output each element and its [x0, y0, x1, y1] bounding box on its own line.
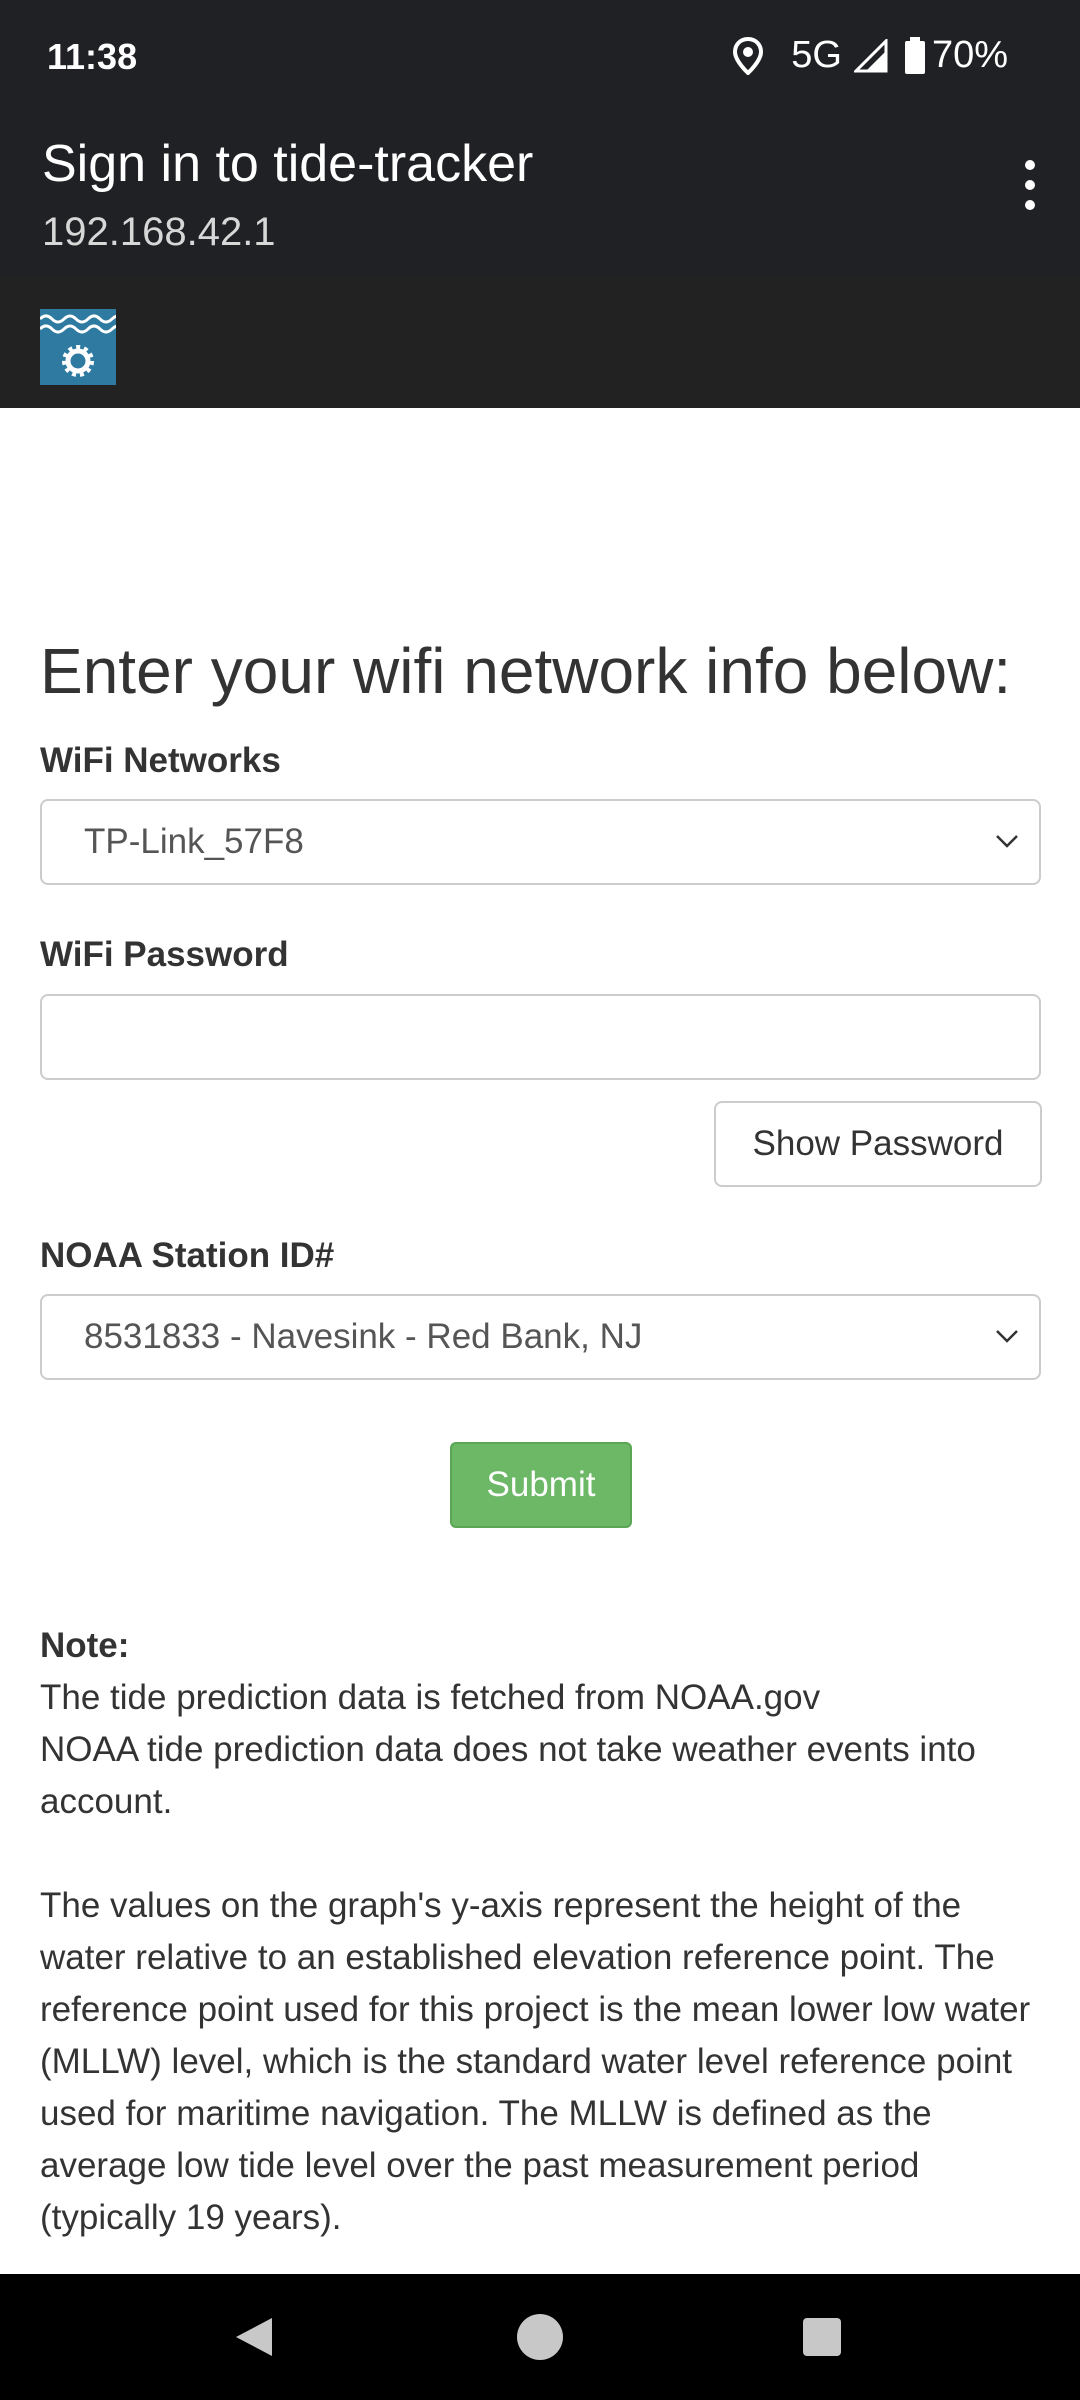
note-line-1: The tide prediction data is fetched from… — [40, 1678, 821, 1717]
noaa-station-select[interactable]: 8531833 - Navesink - Red Bank, NJ — [40, 1294, 1041, 1380]
wifi-network-selected: TP-Link_57F8 — [84, 822, 304, 861]
back-icon[interactable] — [232, 2314, 276, 2360]
portal-header — [0, 277, 1080, 408]
note-paragraph: The values on the graph's y-axis represe… — [40, 1886, 1031, 2237]
page-url: 192.168.42.1 — [42, 210, 276, 254]
status-bar: 11:38 5G 70% — [0, 0, 1080, 120]
show-password-button[interactable]: Show Password — [714, 1101, 1042, 1187]
more-vert-icon[interactable] — [1000, 150, 1060, 230]
location-icon — [733, 36, 764, 75]
noaa-station-label: NOAA Station ID# — [40, 1236, 335, 1275]
note-title: Note: — [40, 1626, 130, 1665]
wifi-password-label: WiFi Password — [40, 935, 289, 974]
page-title: Sign in to tide-tracker — [42, 135, 534, 193]
home-icon[interactable] — [517, 2314, 563, 2360]
portal-title-bar: Sign in to tide-tracker 192.168.42.1 — [0, 120, 1080, 277]
tide-tracker-logo-icon — [40, 309, 116, 385]
navigation-bar — [0, 2274, 1080, 2400]
wifi-password-input[interactable] — [40, 994, 1041, 1080]
recents-icon[interactable] — [803, 2318, 841, 2356]
note-line-2: NOAA tide prediction data does not take … — [40, 1730, 976, 1821]
chevron-down-icon — [996, 1330, 1018, 1343]
form-heading: Enter your wifi network info below: — [40, 635, 1012, 707]
status-icons: 5G 70% — [721, 34, 1008, 77]
wifi-networks-label: WiFi Networks — [40, 741, 281, 780]
status-time: 11:38 — [47, 36, 138, 77]
noaa-station-selected: 8531833 - Navesink - Red Bank, NJ — [84, 1317, 643, 1356]
submit-button[interactable]: Submit — [450, 1442, 632, 1528]
wifi-network-select[interactable]: TP-Link_57F8 — [40, 799, 1041, 885]
battery-level: 70% — [931, 34, 1008, 76]
battery-icon — [904, 36, 925, 74]
signal-icon — [853, 38, 888, 72]
note-section: Note: The tide prediction data is fetche… — [40, 1620, 1050, 2244]
chevron-down-icon — [996, 835, 1018, 848]
network-type: 5G — [791, 34, 842, 76]
